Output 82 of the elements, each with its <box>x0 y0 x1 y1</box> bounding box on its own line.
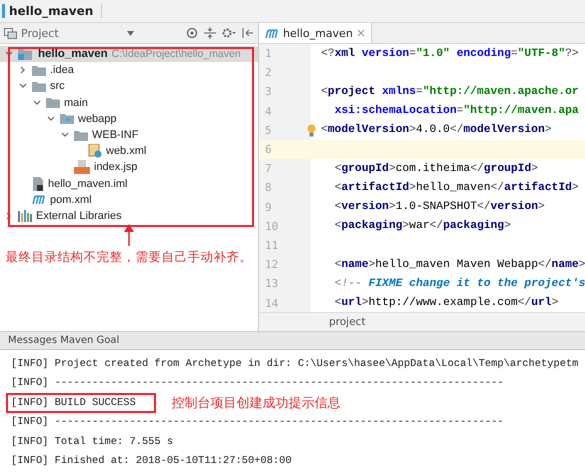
tree-item-label: webapp <box>78 112 117 125</box>
dropdown-caret-icon[interactable] <box>127 30 134 36</box>
line-number: 10 <box>264 220 280 233</box>
breadcrumb-item[interactable]: hello_maven <box>2 4 102 18</box>
collapse-icon[interactable] <box>204 27 216 39</box>
annotation-note: 控制台项目创建成功提示信息 <box>172 394 341 412</box>
tree-item[interactable]: .idea <box>0 62 258 78</box>
chevron-right-icon[interactable] <box>19 66 27 74</box>
code-line: <packaging>war</packaging> <box>334 220 511 232</box>
tree-item[interactable]: src <box>0 78 258 95</box>
tree-item[interactable]: hello_maven.iml <box>0 176 258 192</box>
line-number: 12 <box>264 258 280 272</box>
tree-item-label: External Libraries <box>36 210 122 222</box>
console-line: [INFO] ------------------------------------------------------------------------ <box>10 376 505 392</box>
code-line: <?xml version="1.0" encoding="UTF-8"?> <box>321 48 579 60</box>
target-icon[interactable] <box>186 27 198 39</box>
line-number: 11 <box>264 238 280 252</box>
chevron-right-icon[interactable] <box>5 212 13 220</box>
tree-item[interactable]: pom.xml <box>0 192 258 208</box>
line-number: 9 <box>264 200 273 214</box>
code-line: <!-- FIXME change it to the project's <box>334 278 585 290</box>
libraries-icon <box>18 210 32 222</box>
tree-item-label: hello_maven.iml <box>48 178 128 190</box>
tree-item[interactable]: main <box>0 94 258 111</box>
maven-icon <box>265 28 279 38</box>
project-view-icon <box>4 28 17 38</box>
tree-item-label: web.xml <box>106 145 146 158</box>
panel-title[interactable]: Project <box>21 26 59 40</box>
code-line: <project xmlns="http://maven.apache.or <box>321 86 579 98</box>
line-number: 7 <box>264 162 273 176</box>
tree-item-label: WEB-INF <box>92 129 138 142</box>
console-line: [INFO] ------------------------------------------------------------------------ <box>10 415 505 430</box>
line-number: 13 <box>264 277 280 290</box>
project-path: C:\IdeaProject\hello_maven <box>112 48 241 60</box>
line-number: 14 <box>264 296 280 310</box>
tree-item-label: hello_maven <box>38 48 108 60</box>
code-line: <name>hello_maven Maven Webapp</name> <box>334 258 585 271</box>
tree-item[interactable]: webapp <box>0 110 258 127</box>
line-number: 3 <box>264 85 273 98</box>
tree-item[interactable]: External Libraries <box>0 208 258 224</box>
tree-item-label: pom.xml <box>50 194 92 206</box>
editor-tab[interactable]: hello_maven <box>259 23 372 43</box>
console-line: [INFO] Project created from Archetype in dir: C:\Users\hasee\AppData\Local\Temp\archetypetm <box>10 356 580 372</box>
code-line: <artifactId>hello_maven</artifactId> <box>334 182 579 194</box>
breadcrumb-item[interactable]: project <box>329 316 366 328</box>
code-line: xsi:schemaLocation="http://maven.apa <box>334 105 579 118</box>
code-line: <url>http://www.example.com</url> <box>334 297 558 310</box>
line-number: 1 <box>264 47 273 60</box>
xml-file-icon <box>88 144 102 158</box>
file-icon <box>32 176 44 191</box>
lightbulb-icon[interactable] <box>306 124 316 137</box>
tree-item[interactable]: index.jsp <box>0 159 258 176</box>
tree-item[interactable]: WEB-INF <box>0 126 258 144</box>
up-arrow-icon <box>124 224 134 246</box>
line-number: 6 <box>264 143 273 156</box>
panel-title: Messages Maven Goal <box>8 335 120 346</box>
tree-item-label: main <box>64 96 88 109</box>
maven-icon <box>32 194 46 206</box>
close-icon[interactable] <box>356 29 365 37</box>
line-number: 4 <box>264 104 273 118</box>
settings-icon[interactable] <box>222 27 236 39</box>
annotation-note: 最终目录结构不完整，需要自己手动补齐。 <box>6 249 252 266</box>
tree-item-label: src <box>50 80 65 92</box>
code-line: <modelVersion>4.0.0</modelVersion> <box>321 124 552 136</box>
line-number: 2 <box>264 66 273 80</box>
folder-icon <box>32 80 46 92</box>
folder-icon <box>74 130 88 141</box>
tree-item-label: index.jsp <box>94 161 138 174</box>
jsp-file-icon <box>74 160 90 174</box>
console-line: [INFO] Finished at: 2018-05-10T11:27:50+08:00 <box>10 454 293 470</box>
line-number: 8 <box>264 181 273 194</box>
folder-icon <box>46 97 60 108</box>
tree-item-label: .idea <box>50 64 74 76</box>
tree-item[interactable]: web.xml <box>0 143 258 160</box>
folder-icon <box>60 113 74 124</box>
console-line: [INFO] Total time: 7.555 s <box>10 434 174 450</box>
module-folder-icon <box>18 48 34 60</box>
hide-panel-icon[interactable] <box>242 27 254 39</box>
folder-icon <box>32 64 46 76</box>
line-number: 5 <box>264 124 273 137</box>
code-line: <groupId>com.itheima</groupId> <box>334 162 538 175</box>
code-line: <version>1.0-SNAPSHOT</version> <box>334 201 545 214</box>
